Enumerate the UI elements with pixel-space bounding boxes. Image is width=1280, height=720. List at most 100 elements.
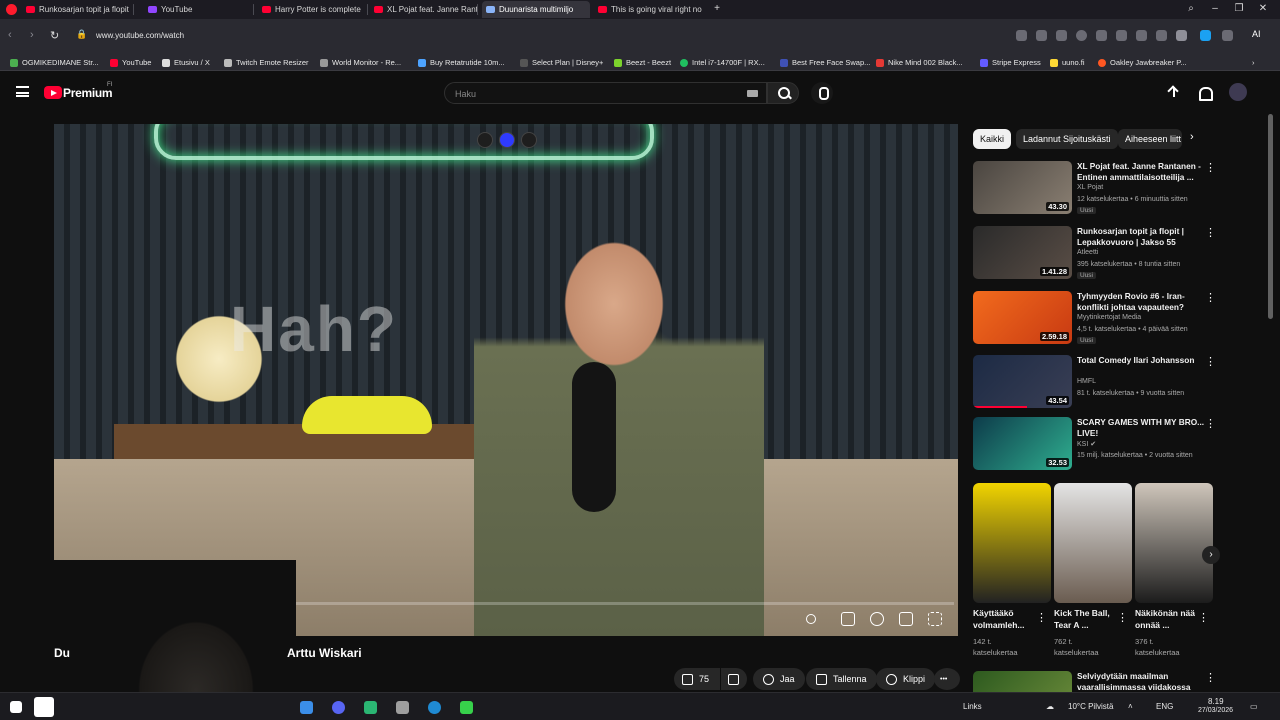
edge-icon[interactable]: [428, 701, 441, 714]
windows-start-icon[interactable]: [10, 701, 22, 713]
address-bar-url[interactable]: www.youtube.com/watch: [96, 31, 184, 40]
youtube-premium-wordmark[interactable]: Premium: [63, 86, 113, 100]
bookmark-item[interactable]: Buy Retatrutide 10m...: [418, 57, 505, 68]
dislike-button[interactable]: [721, 668, 747, 690]
list-item[interactable]: Selviydytään maailman vaarallisimmassa v…: [973, 671, 1213, 692]
app-icon[interactable]: [364, 701, 377, 714]
tab-harry-potter[interactable]: Harry Potter is complete: [258, 1, 368, 18]
more-vert-icon[interactable]: ⋮: [1117, 611, 1128, 624]
taskbar-links[interactable]: Links: [963, 702, 982, 711]
video-thumbnail[interactable]: 32.53: [973, 417, 1072, 470]
video-thumbnail[interactable]: 1.41.28: [973, 226, 1072, 279]
search-taskbar-icon[interactable]: [34, 697, 54, 717]
bookmark-item[interactable]: Twitch Emote Resizer: [224, 57, 309, 68]
pip-icon[interactable]: [477, 132, 493, 148]
bookmark-item[interactable]: Stripe Express: [980, 57, 1041, 68]
more-actions-button[interactable]: •••: [934, 668, 960, 690]
more-vert-icon[interactable]: ⋮: [1198, 611, 1209, 624]
video-title[interactable]: Runkosarjan topit ja flopit | Lepakkovuo…: [1077, 226, 1205, 248]
tab-duunarista-active[interactable]: Duunarista multimiljo: [482, 1, 590, 18]
subtitles-icon[interactable]: [841, 612, 855, 626]
more-vert-icon[interactable]: ⋮: [1036, 611, 1047, 624]
settings-gear-icon[interactable]: [870, 612, 884, 626]
search-input[interactable]: [455, 87, 735, 100]
video-title[interactable]: Total Comedy Ilari Johansson: [1077, 355, 1205, 366]
video-thumbnail[interactable]: 43.30: [973, 161, 1072, 214]
extension-overlay-icon[interactable]: [499, 132, 515, 148]
app-icon[interactable]: [300, 701, 313, 714]
tab-youtube[interactable]: YouTube: [144, 1, 254, 18]
short-title[interactable]: Näkikönän nää onnää ...: [1135, 607, 1197, 631]
bookmark-item[interactable]: YouTube: [110, 57, 151, 68]
hamburger-menu-icon[interactable]: [16, 86, 29, 97]
bookmark-item[interactable]: Intel i7-14700F | RX...: [680, 57, 765, 68]
camera-icon[interactable]: [521, 132, 537, 148]
video-thumbnail[interactable]: 43.54: [973, 355, 1072, 408]
list-item[interactable]: 1.41.28 Runkosarjan topit ja flopit | Le…: [973, 226, 1216, 282]
app-icon[interactable]: [396, 701, 409, 714]
extension-icon[interactable]: [1116, 30, 1127, 41]
reload-icon[interactable]: ↻: [50, 29, 59, 42]
chip-all[interactable]: Kaikki: [973, 129, 1012, 149]
save-button[interactable]: Tallenna: [806, 668, 877, 690]
autoplay-toggle-icon[interactable]: [806, 614, 816, 624]
back-icon[interactable]: ‹: [8, 29, 12, 41]
video-title[interactable]: Selviydytään maailman vaarallisimmassa v…: [1077, 671, 1205, 692]
extension-icon[interactable]: [1096, 30, 1107, 41]
minimize-icon[interactable]: –: [1208, 2, 1222, 16]
video-thumbnail[interactable]: [973, 671, 1072, 692]
bookmarks-overflow-icon[interactable]: ›: [1252, 57, 1255, 68]
more-vert-icon[interactable]: ⋮: [1205, 417, 1216, 430]
profile-icon[interactable]: [1176, 30, 1187, 41]
avatar[interactable]: [1229, 83, 1247, 101]
list-item[interactable]: 2.59.18 Tyhmyyden Rovio #6 - Iran-konfli…: [973, 291, 1216, 347]
extension-icon[interactable]: [1200, 30, 1211, 41]
language-indicator[interactable]: ENG: [1156, 702, 1173, 711]
page-scrollbar[interactable]: [1268, 114, 1273, 319]
discord-icon[interactable]: [332, 701, 345, 714]
more-vert-icon[interactable]: ⋮: [1205, 161, 1216, 174]
extension-icon[interactable]: [1036, 30, 1047, 41]
maximize-icon[interactable]: ❐: [1232, 2, 1246, 16]
short-title[interactable]: Kick The Ball, Tear A ...: [1054, 607, 1116, 631]
clock-date[interactable]: 27/03/2026: [1198, 707, 1233, 714]
tab-xl-pojat[interactable]: XL Pojat feat. Janne Rante: [370, 1, 478, 18]
create-upload-icon[interactable]: [1166, 85, 1182, 101]
extension-icon[interactable]: [1016, 30, 1027, 41]
bookmark-item[interactable]: Beezt - Beezt: [614, 57, 671, 68]
shorts-thumbnail[interactable]: [1054, 483, 1132, 603]
extension-icon[interactable]: [1222, 30, 1233, 41]
youtube-logo-icon[interactable]: [44, 86, 62, 99]
more-vert-icon[interactable]: ⋮: [1205, 291, 1216, 304]
tray-chevron-icon[interactable]: ˄: [1128, 702, 1133, 711]
clock-time[interactable]: 8.19: [1208, 697, 1224, 706]
tab-runkosarjan[interactable]: Runkosarjan topit ja flopit: [22, 1, 134, 18]
channel-name[interactable]: Atleetti: [1077, 249, 1098, 256]
extension-icon[interactable]: [1076, 30, 1087, 41]
short-title[interactable]: Käyttääkö volmamleh...: [973, 607, 1035, 631]
video-title[interactable]: Tyhmyyden Rovio #6 - Iran-konflikti joht…: [1077, 291, 1205, 313]
chevron-right-icon[interactable]: ›: [1190, 131, 1194, 143]
miniplayer-icon[interactable]: [899, 612, 913, 626]
browser-logo-icon[interactable]: [6, 4, 17, 15]
chip-uploaded-by[interactable]: Ladannut Sijoituskästi: [1016, 129, 1118, 149]
shorts-next-icon[interactable]: ›: [1202, 546, 1220, 564]
forward-icon[interactable]: ›: [30, 29, 34, 41]
more-vert-icon[interactable]: ⋮: [1205, 226, 1216, 239]
channel-name[interactable]: Myytinkertojat Media: [1077, 314, 1141, 321]
list-item[interactable]: 43.30 XL Pojat feat. Janne Rantanen - En…: [973, 161, 1216, 217]
search-button[interactable]: [767, 82, 799, 104]
list-item[interactable]: 32.53 SCARY GAMES WITH MY BRO... LIVE! K…: [973, 417, 1216, 473]
more-vert-icon[interactable]: ⋮: [1205, 355, 1216, 368]
app-icon[interactable]: [460, 701, 473, 714]
bookmark-item[interactable]: Etusivu / X: [162, 57, 210, 68]
video-title[interactable]: XL Pojat feat. Janne Rantanen - Entinen …: [1077, 161, 1205, 183]
channel-name[interactable]: HMFL: [1077, 378, 1096, 385]
channel-name[interactable]: Arttu Wiskari: [287, 646, 362, 660]
menu-list-icon[interactable]: [1156, 30, 1167, 41]
keyboard-icon[interactable]: [747, 90, 758, 97]
close-window-icon[interactable]: ✕: [1256, 2, 1270, 16]
like-button[interactable]: 75: [674, 668, 720, 690]
more-vert-icon[interactable]: ⋮: [1205, 671, 1213, 684]
channel-name[interactable]: XL Pojat: [1077, 184, 1103, 191]
